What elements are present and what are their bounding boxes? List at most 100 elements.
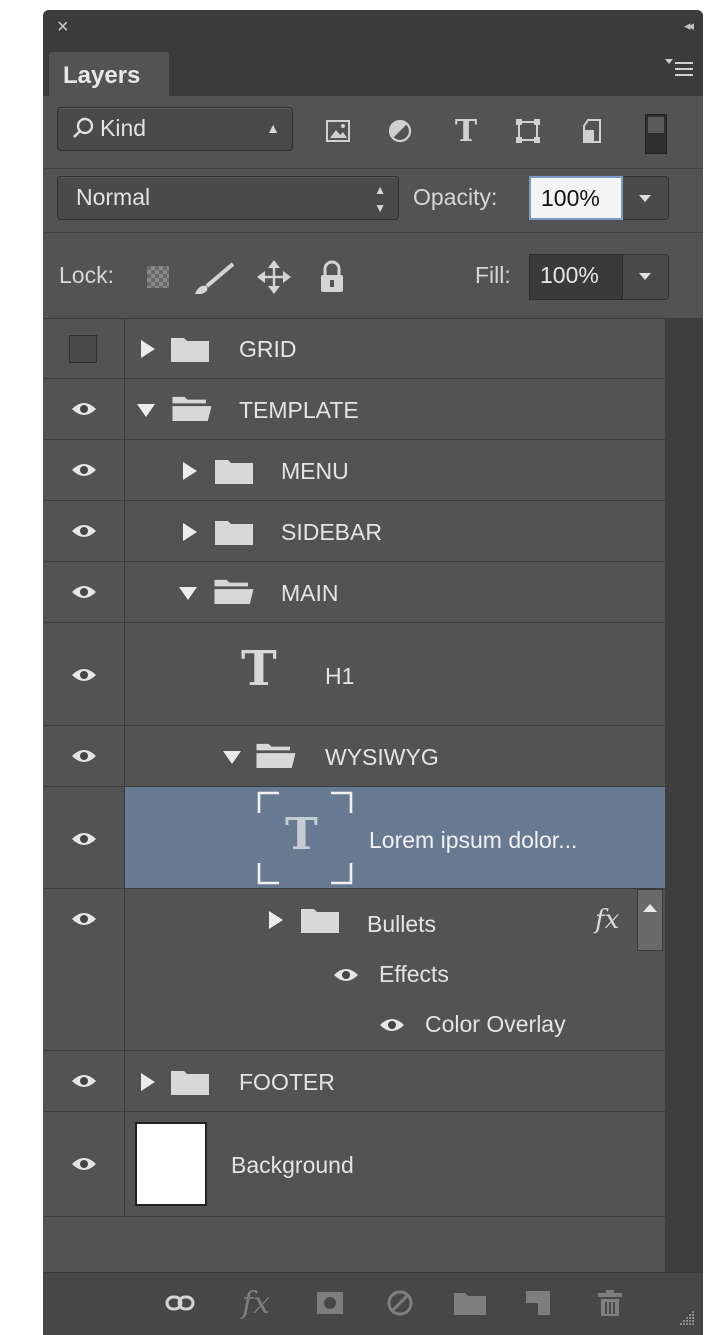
add-mask-icon[interactable]	[313, 1287, 347, 1319]
expand-arrow-icon[interactable]	[269, 911, 283, 929]
type-filter-icon[interactable]: T	[451, 114, 481, 149]
visibility-toggle[interactable]	[43, 889, 125, 1050]
collapse-arrow-icon[interactable]	[179, 587, 197, 600]
chevron-down-icon	[639, 273, 651, 280]
visibility-toggle[interactable]	[43, 1051, 125, 1111]
blend-mode-value: Normal	[76, 184, 151, 210]
layer-name: WYSIWYG	[325, 744, 439, 770]
layer-row-template[interactable]: TEMPLATE	[43, 379, 665, 440]
layer-name: Lorem ipsum dolor...	[369, 827, 578, 853]
chevron-updown-icon: ▲	[266, 120, 280, 136]
layers-list: GRID TEMPLATE MENU SIDEBAR MAIN T H1 WYS…	[43, 318, 665, 1217]
collapse-arrow-icon[interactable]	[223, 751, 241, 764]
lock-move-icon[interactable]	[257, 260, 291, 294]
expand-arrow-icon[interactable]	[183, 462, 197, 480]
lock-transparent-icon[interactable]	[147, 266, 169, 288]
folder-icon	[171, 1071, 209, 1095]
open-folder-icon	[172, 396, 212, 421]
expand-arrow-icon[interactable]	[183, 523, 197, 541]
background-thumbnail	[135, 1122, 207, 1206]
lock-bar: Lock: Fill: 100%	[43, 232, 703, 319]
layer-row-main[interactable]: MAIN	[43, 562, 665, 623]
visibility-toggle[interactable]	[43, 562, 125, 622]
new-group-icon[interactable]	[453, 1287, 487, 1319]
layer-row-lorem-selected[interactable]: T Lorem ipsum dolor...	[43, 787, 665, 889]
open-folder-icon	[256, 743, 296, 768]
layer-row-bullets[interactable]: Bullets fx Effects Color Overlay	[43, 889, 665, 1051]
collapse-arrow-icon[interactable]	[137, 404, 155, 417]
expand-arrow-icon[interactable]	[141, 340, 155, 358]
layer-name: MENU	[281, 458, 349, 484]
text-layer-icon: T	[241, 641, 277, 697]
fill-label: Fill:	[475, 262, 511, 288]
visibility-toggle[interactable]	[43, 318, 125, 378]
new-adjustment-icon[interactable]	[383, 1287, 417, 1319]
new-layer-icon[interactable]	[521, 1287, 555, 1319]
blend-mode-dropdown[interactable]: Normal ▲ ▼	[57, 176, 399, 220]
layer-row-menu[interactable]: MENU	[43, 440, 665, 501]
visibility-toggle[interactable]	[43, 726, 125, 786]
fx-badge[interactable]: fx	[595, 905, 619, 935]
layer-row-background[interactable]: Background	[43, 1112, 665, 1217]
blend-bar: Normal ▲ ▼ Opacity: 100%	[43, 168, 703, 233]
effects-toggle-button[interactable]	[637, 889, 663, 951]
resize-grip-icon[interactable]	[677, 1308, 695, 1326]
expand-arrow-icon[interactable]	[141, 1073, 155, 1091]
layer-row-wysiwyg[interactable]: WYSIWYG	[43, 726, 665, 787]
eye-icon[interactable]	[333, 967, 359, 983]
layer-name: TEMPLATE	[239, 397, 359, 423]
layer-name: Background	[231, 1152, 354, 1178]
visibility-toggle[interactable]	[43, 501, 125, 561]
layer-row-sidebar[interactable]: SIDEBAR	[43, 501, 665, 562]
layer-row-footer[interactable]: FOOTER	[43, 1051, 665, 1112]
fill-input[interactable]: 100%	[529, 254, 623, 300]
link-layers-icon[interactable]	[163, 1287, 197, 1319]
folder-icon	[215, 460, 253, 484]
layer-name: GRID	[239, 336, 297, 362]
eye-icon	[72, 750, 96, 762]
eye-icon	[72, 403, 96, 415]
eye-icon	[72, 913, 96, 925]
delete-layer-icon[interactable]	[593, 1287, 627, 1319]
visibility-toggle[interactable]	[43, 440, 125, 500]
panel-footer-toolbar: fx	[43, 1272, 703, 1335]
folder-icon	[301, 909, 339, 933]
chevron-up-icon	[643, 904, 657, 912]
visibility-toggle[interactable]	[43, 379, 125, 439]
close-icon[interactable]: ×	[57, 16, 69, 38]
panel-menu-icon[interactable]	[665, 56, 695, 82]
eye-icon	[72, 1158, 96, 1170]
visibility-toggle[interactable]	[43, 787, 125, 888]
layers-scrollbar-track[interactable]	[665, 318, 703, 1272]
eye-icon[interactable]	[379, 1017, 405, 1033]
chevron-updown-icon: ▲ ▼	[374, 183, 386, 215]
opacity-label: Opacity:	[413, 184, 498, 210]
color-overlay-label: Color Overlay	[425, 1011, 566, 1037]
layer-name: H1	[325, 663, 355, 689]
chevron-down-icon	[639, 195, 651, 202]
filter-toggle-switch[interactable]	[645, 114, 667, 154]
opacity-input[interactable]: 100%	[529, 176, 623, 220]
adjustment-filter-icon[interactable]	[385, 116, 415, 146]
add-style-icon[interactable]: fx	[239, 1286, 273, 1321]
kind-filter-dropdown[interactable]: Kind ▲	[57, 107, 293, 151]
lock-brush-icon[interactable]	[193, 260, 237, 296]
tab-layers[interactable]: Layers	[49, 52, 169, 96]
layer-row-h1[interactable]: T H1	[43, 623, 665, 726]
eye-icon	[72, 833, 96, 845]
collapse-icon[interactable]: ◂◂	[684, 18, 694, 34]
layer-name: MAIN	[281, 580, 339, 606]
filter-bar: Kind ▲ T	[43, 96, 703, 169]
search-icon	[73, 117, 94, 138]
fill-dropdown-button[interactable]	[623, 254, 669, 300]
pixel-filter-icon[interactable]	[323, 116, 353, 146]
visibility-toggle[interactable]	[43, 1112, 125, 1216]
layer-name: SIDEBAR	[281, 519, 382, 545]
smart-object-filter-icon[interactable]	[577, 116, 607, 146]
shape-filter-icon[interactable]	[513, 116, 543, 146]
layer-row-grid[interactable]: GRID	[43, 318, 665, 379]
opacity-dropdown-button[interactable]	[623, 176, 669, 220]
lock-label: Lock:	[59, 262, 114, 288]
lock-all-icon[interactable]	[319, 260, 345, 294]
visibility-toggle[interactable]	[43, 623, 125, 725]
